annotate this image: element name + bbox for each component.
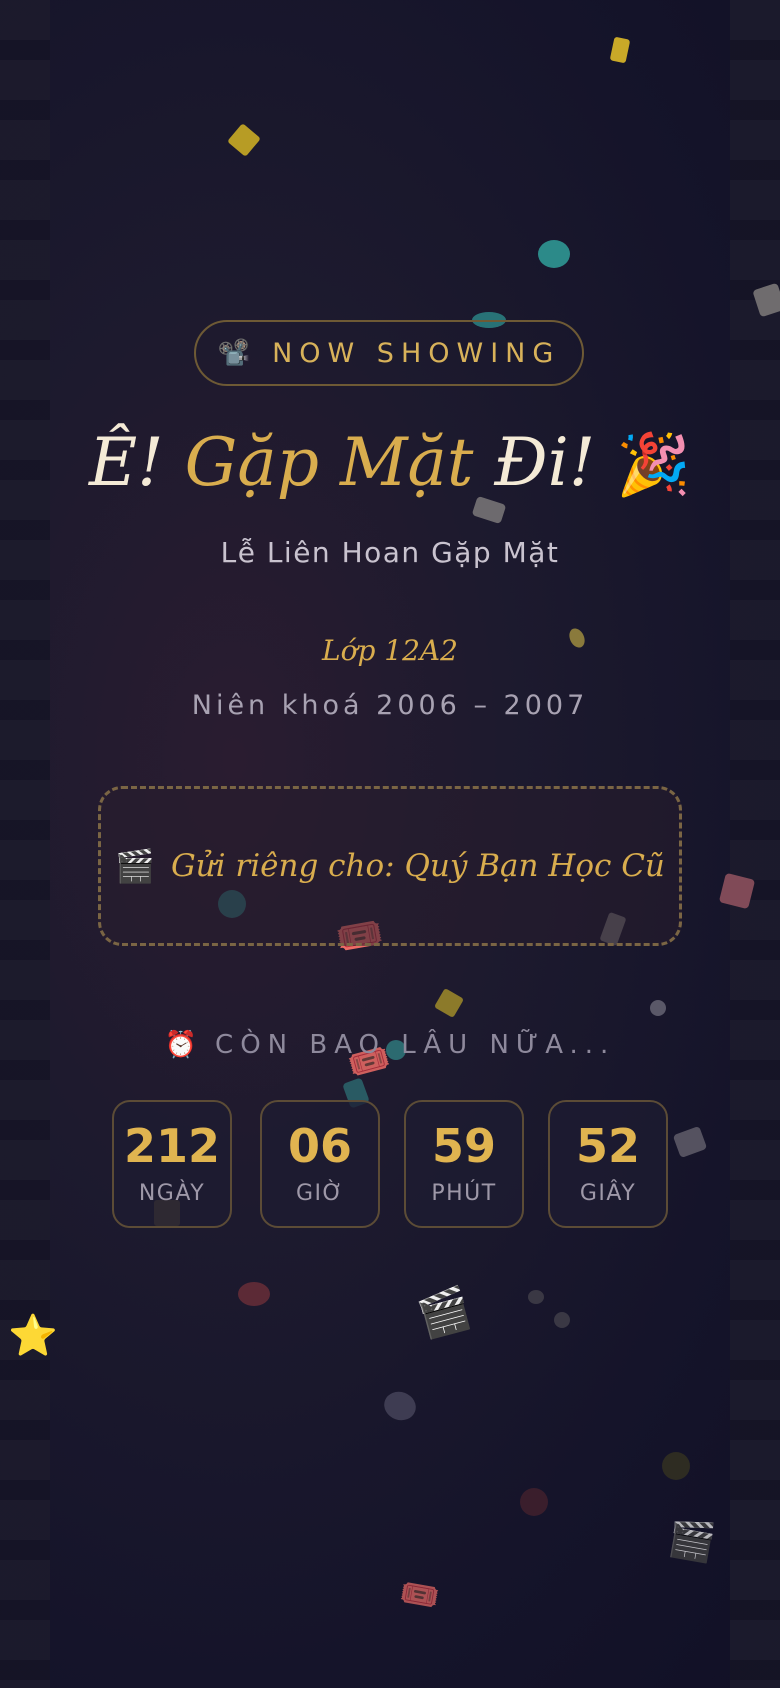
confetti-piece xyxy=(433,987,465,1019)
class-name: Lớp 12A2 xyxy=(322,634,458,667)
now-showing-badge: 📽️ NOW SHOWING xyxy=(194,320,584,386)
event-subtitle: Lễ Liên Hoan Gặp Mặt xyxy=(220,536,560,569)
countdown-unit: GIÂY xyxy=(579,1180,637,1206)
film-strip-left xyxy=(0,0,50,1688)
confetti-piece xyxy=(520,1488,548,1516)
projector-icon: 📽️ xyxy=(217,338,251,368)
countdown-seconds: 52 GIÂY xyxy=(548,1100,668,1228)
party-popper-icon: 🎉 xyxy=(616,430,692,500)
confetti-piece xyxy=(650,1000,666,1016)
alarm-clock-icon: ⏰ xyxy=(164,1030,198,1060)
clapperboard-icon: 🎬 xyxy=(115,847,155,885)
countdown-timer: 212 NGÀY 06 GIỜ 59 PHÚT 52 GIÂY xyxy=(112,1100,668,1228)
confetti-piece xyxy=(380,1387,420,1425)
countdown-minutes: 59 PHÚT xyxy=(404,1100,524,1228)
confetti-piece xyxy=(609,36,631,64)
confetti-piece xyxy=(672,1125,708,1159)
confetti-piece xyxy=(238,1282,270,1306)
countdown-unit: NGÀY xyxy=(138,1180,206,1206)
countdown-label: ⏰ CÒN BAO LÂU NỮA... xyxy=(0,1030,780,1060)
countdown-label-text: CÒN BAO LÂU NỮA... xyxy=(215,1030,616,1060)
film-strip-right xyxy=(730,0,780,1688)
countdown-days: 212 NGÀY xyxy=(112,1100,232,1228)
confetti-piece xyxy=(528,1290,544,1304)
invitation-card: 🎬 Gửi riêng cho: Quý Bạn Học Cũ xyxy=(98,786,682,946)
star-icon: ⭐ xyxy=(8,1313,58,1359)
countdown-value: 59 xyxy=(431,1118,496,1173)
clapper-icon: 🎬 xyxy=(664,1514,719,1566)
countdown-value: 06 xyxy=(287,1118,352,1173)
confetti-piece xyxy=(554,1312,570,1328)
countdown-value: 52 xyxy=(575,1118,640,1173)
countdown-value: 212 xyxy=(123,1118,221,1173)
clapper-icon: 🎬 xyxy=(412,1282,476,1343)
confetti-piece xyxy=(538,240,570,268)
page-title: Ê! Gặp Mặt Đi! 🎉 xyxy=(0,424,780,501)
badge-label: NOW SHOWING xyxy=(272,337,561,369)
title-part-2: Gặp Mặt xyxy=(184,424,474,501)
countdown-unit: GIỜ xyxy=(295,1180,345,1206)
countdown-hours: 06 GIỜ xyxy=(260,1100,380,1228)
ticket-icon: 🎟️ xyxy=(397,1572,443,1618)
countdown-unit: PHÚT xyxy=(431,1180,497,1206)
title-part-1: Ê! xyxy=(88,424,185,501)
confetti-piece xyxy=(227,123,261,157)
title-part-3: Đi! xyxy=(473,424,596,501)
school-years: Niên khoá 2006 – 2007 xyxy=(191,690,589,721)
confetti-piece xyxy=(662,1452,690,1480)
invitation-recipient: Gửi riêng cho: Quý Bạn Học Cũ xyxy=(170,848,665,884)
